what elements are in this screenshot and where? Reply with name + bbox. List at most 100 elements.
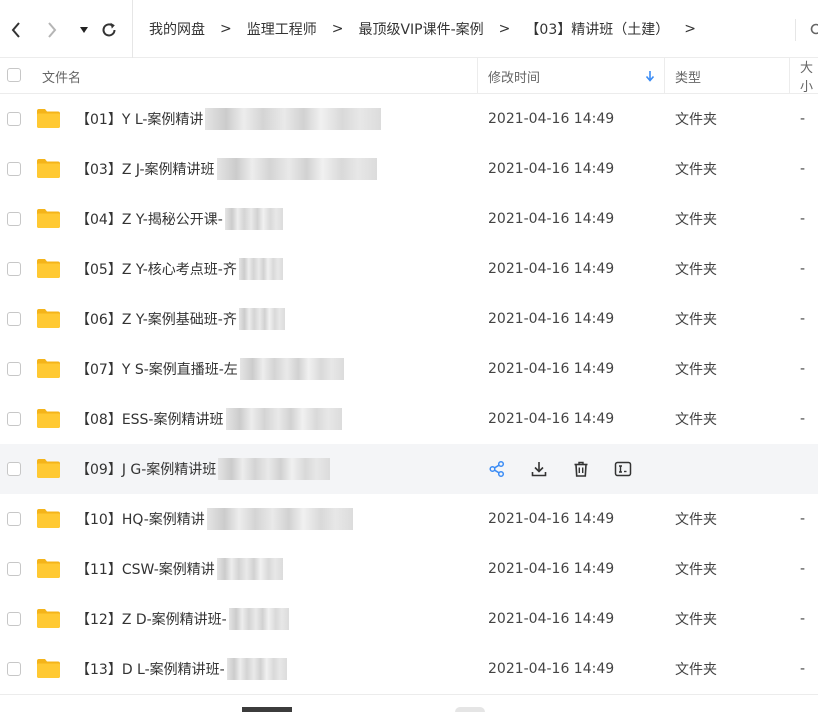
breadcrumb-item-engineer[interactable]: 监理工程师 (247, 19, 317, 39)
redaction-mosaic (205, 108, 381, 130)
history-dropdown[interactable] (74, 19, 94, 41)
table-row[interactable]: 【13】D L-案例精讲班-2021-04-16 14:49文件夹- (0, 644, 818, 694)
delete-button[interactable] (570, 458, 592, 480)
table-row[interactable]: 【11】CSW-案例精讲 2021-04-16 14:49 文件夹 - (0, 544, 818, 594)
file-name[interactable]: 【04】Z Y-揭秘公开课- (76, 194, 283, 244)
file-name[interactable]: 【09】J G-案例精讲班 (76, 444, 330, 494)
row-checkbox[interactable] (7, 562, 21, 576)
back-button[interactable] (6, 19, 26, 41)
row-checkbox[interactable] (7, 662, 21, 676)
folder-icon (36, 358, 61, 379)
column-divider[interactable] (789, 58, 790, 94)
folder-icon (36, 258, 61, 279)
file-type: 文件夹 (675, 94, 717, 144)
folder-front (37, 214, 60, 229)
file-type: 文件夹 (675, 544, 717, 594)
folder-icon (36, 608, 61, 629)
file-name[interactable]: 【05】Z Y-核心考点班-齐 (76, 244, 283, 294)
file-name-text: 【03】Z J-案例精讲班 (76, 159, 215, 179)
breadcrumb-item-current[interactable]: 【03】精讲班（土建） (525, 19, 669, 39)
file-size: - (800, 644, 805, 694)
table-row[interactable]: 【07】Y S-案例直播班-左2021-04-16 14:49文件夹- (0, 344, 818, 394)
table-row[interactable]: 【03】Z J-案例精讲班2021-04-16 14:49文件夹- (0, 144, 818, 194)
file-size: - (800, 494, 805, 544)
column-divider[interactable] (477, 58, 478, 94)
bottom-thumbnail (242, 707, 292, 712)
share-button[interactable] (486, 458, 508, 480)
row-checkbox[interactable] (7, 412, 21, 426)
file-name[interactable]: 【01】Y L-案例精讲 (76, 94, 381, 144)
folder-icon (36, 658, 61, 679)
row-checkbox[interactable] (7, 212, 21, 226)
redaction-mosaic (217, 558, 283, 580)
file-type: 文件夹 (675, 394, 717, 444)
table-row[interactable]: 【06】Z Y-案例基础班-齐2021-04-16 14:49文件夹- (0, 294, 818, 344)
column-header-name[interactable]: 文件名 (42, 58, 81, 94)
modified-time: 2021-04-16 14:49 (488, 244, 614, 294)
table-row[interactable]: 【10】HQ-案例精讲2021-04-16 14:49文件夹- (0, 494, 818, 544)
table-row[interactable]: 【09】J G-案例精讲班 (0, 444, 818, 494)
folder-icon (36, 308, 61, 329)
breadcrumb-item-vip[interactable]: 最顶级VIP课件-案例 (358, 19, 483, 39)
row-checkbox[interactable] (7, 612, 21, 626)
column-header-size[interactable]: 大小 (800, 58, 818, 94)
file-size: - (800, 544, 805, 594)
file-name[interactable]: 【11】CSW-案例精讲 (76, 544, 283, 594)
file-name[interactable]: 【12】Z D-案例精讲班- (76, 594, 289, 644)
file-name[interactable]: 【03】Z J-案例精讲班 (76, 144, 377, 194)
folder-icon (36, 458, 61, 479)
file-name[interactable]: 【13】D L-案例精讲班- (76, 644, 287, 694)
column-divider[interactable] (664, 58, 665, 94)
row-checkbox[interactable] (7, 462, 21, 476)
folder-front (37, 314, 60, 329)
toolbar-divider (795, 19, 796, 41)
folder-front (37, 514, 60, 529)
file-name-text: 【13】D L-案例精讲班- (76, 659, 225, 679)
breadcrumb-item-root[interactable]: 我的网盘 (149, 19, 205, 39)
breadcrumb-separator: > (332, 21, 344, 37)
folder-icon (36, 508, 61, 529)
caret-down-icon (79, 26, 89, 34)
row-checkbox[interactable] (7, 362, 21, 376)
table-row[interactable]: 【12】Z D-案例精讲班-2021-04-16 14:49文件夹- (0, 594, 818, 644)
file-type: 文件夹 (675, 644, 717, 694)
column-header-mtime[interactable]: 修改时间 (488, 58, 540, 94)
table-row[interactable]: 【05】Z Y-核心考点班-齐2021-04-16 14:49文件夹- (0, 244, 818, 294)
file-type: 文件夹 (675, 244, 717, 294)
row-checkbox[interactable] (7, 262, 21, 276)
redaction-mosaic (225, 208, 283, 230)
column-header-type[interactable]: 类型 (675, 58, 701, 94)
file-name-text: 【05】Z Y-核心考点班-齐 (76, 259, 237, 279)
download-button[interactable] (528, 458, 550, 480)
file-name[interactable]: 【10】HQ-案例精讲 (76, 494, 353, 544)
row-checkbox[interactable] (7, 512, 21, 526)
share-icon (488, 460, 506, 478)
redaction-mosaic (226, 408, 342, 430)
folder-icon (36, 108, 61, 129)
file-name[interactable]: 【08】ESS-案例精讲班 (76, 394, 342, 444)
breadcrumb-expand[interactable]: > (684, 21, 696, 37)
rename-button[interactable] (612, 458, 634, 480)
table-row[interactable]: 【01】Y L-案例精讲2021-04-16 14:49文件夹- (0, 94, 818, 144)
refresh-button[interactable] (99, 19, 119, 41)
file-name-text: 【12】Z D-案例精讲班- (76, 609, 227, 629)
forward-button[interactable] (42, 19, 62, 41)
file-name[interactable]: 【07】Y S-案例直播班-左 (76, 344, 344, 394)
search-icon[interactable] (810, 22, 818, 38)
row-checkbox[interactable] (7, 162, 21, 176)
file-size: - (800, 294, 805, 344)
sort-desc-icon[interactable] (645, 58, 655, 94)
table-row[interactable]: 【04】Z Y-揭秘公开课-2021-04-16 14:49文件夹- (0, 194, 818, 244)
row-checkbox[interactable] (7, 312, 21, 326)
file-name[interactable]: 【06】Z Y-案例基础班-齐 (76, 294, 285, 344)
file-type: 文件夹 (675, 494, 717, 544)
table-row[interactable]: 【08】ESS-案例精讲班2021-04-16 14:49文件夹- (0, 394, 818, 444)
download-icon (530, 460, 548, 478)
file-list-header: 文件名 修改时间 类型 大小 (0, 58, 818, 94)
modified-time: 2021-04-16 14:49 (488, 544, 614, 594)
file-size: - (800, 394, 805, 444)
breadcrumb-separator: > (220, 21, 232, 37)
row-checkbox[interactable] (7, 112, 21, 126)
file-name-text: 【07】Y S-案例直播班-左 (76, 359, 238, 379)
select-all-checkbox[interactable] (7, 68, 21, 82)
